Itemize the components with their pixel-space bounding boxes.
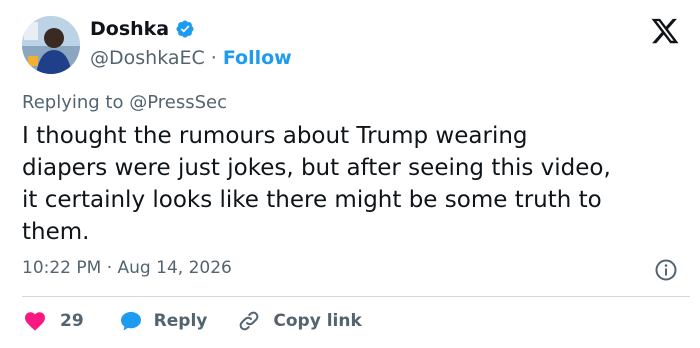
divider <box>22 296 690 297</box>
follow-button[interactable]: Follow <box>223 47 292 69</box>
copy-link-button[interactable]: Copy link <box>237 309 362 333</box>
heart-icon <box>22 309 48 333</box>
replying-to: Replying to @PressSec <box>22 92 227 113</box>
verified-badge-icon <box>175 19 195 39</box>
like-button[interactable]: 29 <box>22 309 84 333</box>
reply-button[interactable]: Reply <box>118 309 208 333</box>
tweet-header: Doshka @DoshkaEC · Follow <box>22 14 680 78</box>
link-icon <box>237 309 261 333</box>
like-count: 29 <box>60 311 84 331</box>
x-logo-icon[interactable] <box>650 16 680 50</box>
tweet-text: I thought the rumours about Trump wearin… <box>22 123 611 245</box>
info-icon[interactable] <box>654 258 678 286</box>
author-name-row: Doshka <box>90 18 195 40</box>
action-bar: 29 Reply Copy link <box>22 306 362 336</box>
reply-label: Reply <box>153 311 208 331</box>
reply-bubble-icon <box>118 309 144 333</box>
author-name[interactable]: Doshka <box>90 18 169 40</box>
author-handle[interactable]: @DoshkaEC <box>90 47 205 69</box>
copy-link-label: Copy link <box>273 311 362 331</box>
author-handle-row: @DoshkaEC · Follow <box>90 47 292 69</box>
tweet-timestamp[interactable]: 10:22 PM · Aug 14, 2026 <box>22 258 232 278</box>
replying-to-prefix: Replying to <box>22 92 130 113</box>
separator-dot: · <box>210 47 217 69</box>
avatar[interactable] <box>22 16 80 74</box>
replying-to-mention[interactable]: @PressSec <box>129 92 227 113</box>
